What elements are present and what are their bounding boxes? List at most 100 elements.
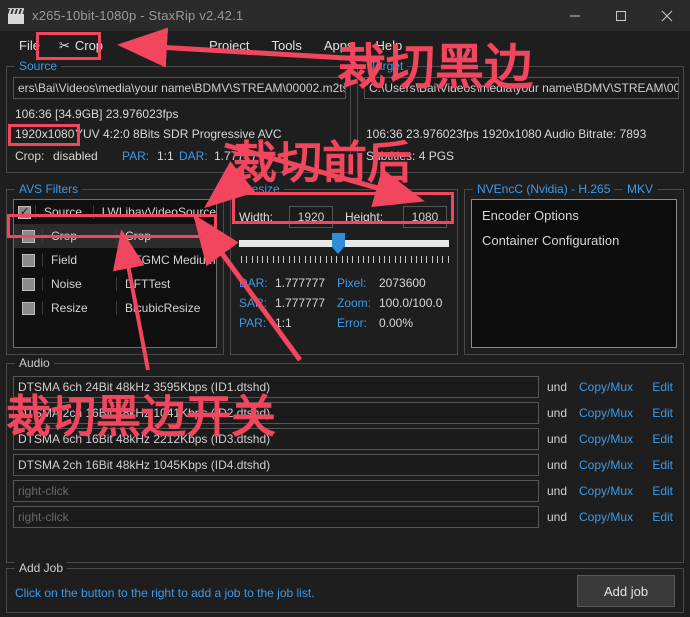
audio-edit-link[interactable]: Edit: [645, 458, 677, 472]
audio-track-field[interactable]: DTSMA 2ch 16Bit 48kHz 1041Kbps (ID2.dtsh…: [13, 402, 539, 424]
avs-row-category: Source: [35, 205, 93, 219]
resize-width-label: Width:: [239, 210, 273, 224]
resize-pixel-value: 2073600: [379, 276, 426, 290]
table-row[interactable]: Crop Crop: [14, 224, 216, 248]
resize-dar-value: 1.777777: [275, 276, 325, 290]
resize-dar-label: DAR:: [239, 276, 268, 290]
window-controls: [552, 0, 690, 32]
avs-filters-group: AVS Filters ✓ Source LWLibavVideoSource …: [6, 189, 224, 355]
resize-sar-label: SAR:: [239, 296, 267, 310]
target-subtitles: Subtitles: 4 PGS: [366, 149, 454, 163]
audio-mode-link[interactable]: Copy/Mux: [579, 458, 645, 472]
table-row[interactable]: Field QTGMC Medium: [14, 248, 216, 272]
minimize-icon[interactable]: [552, 0, 598, 32]
encoder-group: NVEncC (Nvidia) - H.265 MKV Encoder Opti…: [464, 189, 684, 355]
source-par-value: 1:1: [157, 149, 174, 163]
menu-file[interactable]: File: [8, 34, 51, 57]
table-row[interactable]: Resize BicubicResize: [14, 296, 216, 320]
resize-par-label: PAR:: [239, 316, 266, 330]
audio-track-field[interactable]: DTSMA 6ch 24Bit 48kHz 3595Kbps (ID1.dtsh…: [13, 376, 539, 398]
list-item: DTSMA 2ch 16Bit 48kHz 1041Kbps (ID2.dtsh…: [13, 400, 677, 425]
checkbox-unchecked-icon: [22, 278, 35, 291]
avs-row-value: DFTTest: [116, 277, 216, 291]
avs-row-checkbox[interactable]: [14, 278, 42, 291]
avs-row-value: QTGMC Medium: [116, 253, 216, 267]
resize-group: Resize Width: 1920 Height: 1080 DAR: 1.7…: [230, 189, 458, 355]
avs-row-checkbox[interactable]: [14, 302, 42, 315]
resize-height-label: Height:: [345, 210, 383, 224]
table-row[interactable]: ✓ Source LWLibavVideoSource: [14, 200, 216, 224]
resize-zoom-value: 100.0/100.0: [379, 296, 442, 310]
avs-filters-title: AVS Filters: [15, 182, 82, 196]
add-job-title: Add Job: [15, 561, 67, 575]
list-item: DTSMA 2ch 16Bit 48kHz 1045Kbps (ID4.dtsh…: [13, 452, 677, 477]
audio-edit-link[interactable]: Edit: [645, 432, 677, 446]
audio-track-field[interactable]: right-click: [13, 480, 539, 502]
audio-lang: und: [539, 484, 579, 498]
audio-mode-link[interactable]: Copy/Mux: [579, 510, 645, 524]
avs-row-checkbox[interactable]: ✓: [14, 206, 35, 219]
source-dar-value: 1.777777: [214, 149, 264, 163]
menu-bar: File ✂ Crop View Project Tools Apps Help: [0, 32, 690, 59]
encoder-group-title: NVEncC (Nvidia) - H.265: [473, 182, 614, 196]
menu-view[interactable]: View: [126, 34, 176, 57]
container-configuration-item[interactable]: Container Configuration: [482, 233, 666, 248]
target-path-field[interactable]: C:\Users\Bai\Videos\media\your name\BDMV…: [364, 77, 679, 99]
source-crop-value: disabled: [53, 149, 98, 163]
resize-group-title: Resize: [239, 182, 284, 196]
source-format: YUV 4:2:0 8Bits SDR Progressive AVC: [75, 127, 282, 141]
resize-pixel-label: Pixel:: [337, 276, 366, 290]
checkbox-unchecked-icon: [22, 254, 35, 267]
menu-project[interactable]: Project: [198, 34, 260, 57]
source-duration-size-fps: 106:36 [34.9GB] 23.976023fps: [15, 107, 178, 121]
audio-lang: und: [539, 432, 579, 446]
menu-apps[interactable]: Apps: [313, 34, 365, 57]
add-job-button[interactable]: Add job: [577, 575, 675, 607]
add-job-hint: Click on the button to the right to add …: [15, 586, 315, 600]
audio-mode-link[interactable]: Copy/Mux: [579, 380, 645, 394]
audio-track-field[interactable]: DTSMA 2ch 16Bit 48kHz 1045Kbps (ID4.dtsh…: [13, 454, 539, 476]
maximize-icon[interactable]: [598, 0, 644, 32]
avs-row-checkbox[interactable]: [14, 254, 42, 267]
resize-par-value: 1:1: [275, 316, 292, 330]
list-item: right-click und Copy/Mux Edit: [13, 478, 677, 503]
audio-track-field[interactable]: right-click: [13, 506, 539, 528]
scissors-icon: ✂: [59, 38, 70, 54]
source-group: Source ers\Bai\Videos\media\your name\BD…: [6, 66, 351, 173]
audio-edit-link[interactable]: Edit: [645, 484, 677, 498]
source-dar-label: DAR:: [179, 149, 208, 163]
audio-edit-link[interactable]: Edit: [645, 406, 677, 420]
window-title: x265-10bit-1080p - StaxRip v2.42.1: [32, 8, 243, 23]
menu-tools[interactable]: Tools: [260, 34, 312, 57]
audio-track-field[interactable]: DTSMA 6ch 16Bit 48kHz 2212Kbps (ID3.dtsh…: [13, 428, 539, 450]
menu-crop[interactable]: ✂ Crop: [51, 34, 114, 58]
audio-edit-link[interactable]: Edit: [645, 380, 677, 394]
table-row[interactable]: Noise DFTTest: [14, 272, 216, 296]
menu-help[interactable]: Help: [364, 34, 413, 57]
resize-height-input[interactable]: 1080: [403, 206, 447, 228]
resize-error-label: Error:: [337, 316, 367, 330]
resize-slider-thumb[interactable]: [332, 233, 345, 254]
avs-row-checkbox[interactable]: [14, 230, 42, 243]
audio-mode-link[interactable]: Copy/Mux: [579, 432, 645, 446]
audio-mode-link[interactable]: Copy/Mux: [579, 406, 645, 420]
close-icon[interactable]: [644, 0, 690, 32]
checkbox-unchecked-icon: [22, 302, 35, 315]
source-path-field[interactable]: ers\Bai\Videos\media\your name\BDMV\STRE…: [13, 77, 346, 99]
encoder-container-title: MKV: [623, 182, 657, 196]
audio-edit-link[interactable]: Edit: [645, 510, 677, 524]
audio-lang: und: [539, 510, 579, 524]
checkbox-checked-icon: ✓: [18, 206, 31, 219]
encoder-options-list[interactable]: Encoder Options Container Configuration: [471, 199, 677, 348]
audio-lang: und: [539, 458, 579, 472]
audio-lang: und: [539, 406, 579, 420]
encoder-options-item[interactable]: Encoder Options: [482, 208, 666, 223]
avs-row-category: Noise: [42, 277, 116, 291]
resize-width-input[interactable]: 1920: [289, 206, 333, 228]
audio-lang: und: [539, 380, 579, 394]
avs-row-value: Crop: [116, 229, 216, 243]
target-group-title: Target: [366, 59, 407, 73]
audio-mode-link[interactable]: Copy/Mux: [579, 484, 645, 498]
audio-group-title: Audio: [15, 356, 54, 370]
avs-filters-list[interactable]: ✓ Source LWLibavVideoSource Crop Crop Fi…: [13, 199, 217, 348]
